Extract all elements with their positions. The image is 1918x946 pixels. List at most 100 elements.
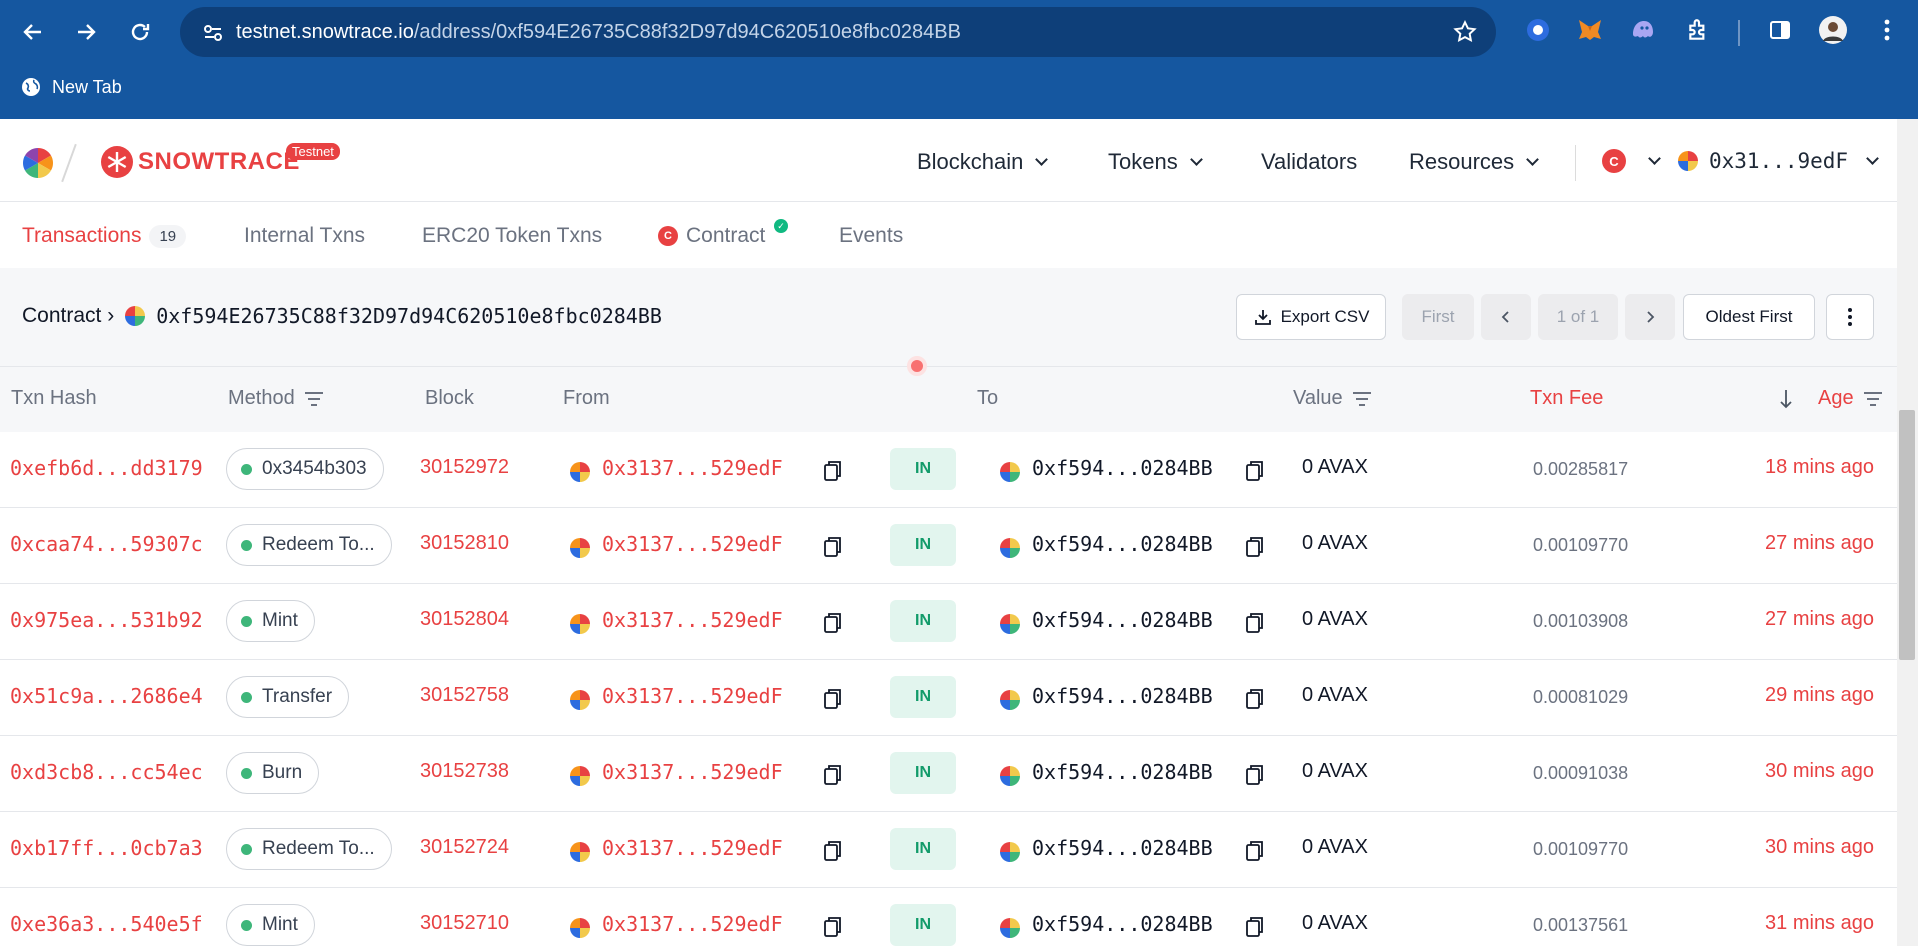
copy-icon[interactable] <box>824 612 842 639</box>
profile-avatar[interactable] <box>1818 15 1848 45</box>
snowflake-logo-icon[interactable] <box>100 145 134 184</box>
block-link[interactable]: 30152738 <box>420 760 509 783</box>
copy-icon[interactable] <box>824 536 842 563</box>
page-scrollbar-thumb[interactable] <box>1899 410 1915 660</box>
txn-fee-amount: 0.00109770 <box>1533 839 1629 859</box>
age-text[interactable]: 31 mins ago <box>1765 912 1874 935</box>
txn-hash-link[interactable]: 0x975ea...531b92 <box>10 608 203 632</box>
copy-icon[interactable] <box>1246 536 1264 563</box>
tab-internal-txns[interactable]: Internal Txns <box>244 224 365 248</box>
reload-icon[interactable] <box>122 14 158 50</box>
back-icon[interactable] <box>15 14 51 50</box>
extension-circle-icon[interactable] <box>1523 15 1553 45</box>
side-panel-icon[interactable] <box>1765 15 1795 45</box>
txn-hash-link[interactable]: 0xd3cb8...cc54ec <box>10 760 203 784</box>
from-address-link[interactable]: 0x3137...529edF <box>602 532 783 556</box>
table-row[interactable]: 0x51c9a...2686e4 Transfer 30152758 0x313… <box>0 660 1897 736</box>
prev-page-button[interactable] <box>1481 294 1531 340</box>
tab-transactions-label: Transactions <box>22 224 142 247</box>
copy-icon[interactable] <box>1246 764 1264 791</box>
col-method: Method <box>228 387 325 410</box>
url-path: /address/0xf594E26735C88f32D97d94C620510… <box>413 21 961 43</box>
forward-icon[interactable] <box>68 14 104 50</box>
chrome-menu-icon[interactable] <box>1872 15 1902 45</box>
block-link[interactable]: 30152804 <box>420 608 509 631</box>
tab-events[interactable]: Events <box>839 224 903 248</box>
url-text[interactable]: testnet.snowtrace.io/address/0xf594E2673… <box>236 21 961 44</box>
bookmark-star-icon[interactable] <box>1452 19 1478 50</box>
filter-icon[interactable] <box>303 390 325 408</box>
copy-icon[interactable] <box>1246 460 1264 487</box>
chain-selector[interactable]: C <box>1602 149 1661 173</box>
nav-validators[interactable]: Validators <box>1261 149 1357 175</box>
tab-transactions[interactable]: Transactions 19 <box>22 224 187 248</box>
copy-icon[interactable] <box>824 688 842 715</box>
oldest-first-button[interactable]: Oldest First <box>1683 294 1815 340</box>
copy-icon[interactable] <box>1246 840 1264 867</box>
copy-icon[interactable] <box>1246 688 1264 715</box>
txn-hash-link[interactable]: 0xb17ff...0cb7a3 <box>10 836 203 860</box>
from-address-link[interactable]: 0x3137...529edF <box>602 684 783 708</box>
block-link[interactable]: 30152810 <box>420 532 509 555</box>
snowtrace-wordmark[interactable]: SNOWTRACE <box>138 148 300 176</box>
copy-icon[interactable] <box>824 840 842 867</box>
age-text[interactable]: 27 mins ago <box>1765 532 1874 555</box>
copy-icon[interactable] <box>1246 612 1264 639</box>
copy-icon[interactable] <box>824 916 842 943</box>
txn-hash-link[interactable]: 0xefb6d...dd3179 <box>10 456 203 480</box>
from-address-link[interactable]: 0x3137...529edF <box>602 912 783 936</box>
from-address-link[interactable]: 0x3137...529edF <box>602 608 783 632</box>
age-text[interactable]: 30 mins ago <box>1765 836 1874 859</box>
table-row[interactable]: 0x975ea...531b92 Mint 30152804 0x3137...… <box>0 584 1897 660</box>
age-text[interactable]: 18 mins ago <box>1765 456 1874 479</box>
table-row[interactable]: 0xe36a3...540e5f Mint 30152710 0x3137...… <box>0 888 1897 946</box>
nav-resources[interactable]: Resources <box>1409 149 1540 175</box>
ghost-extension-icon[interactable] <box>1628 15 1658 45</box>
page-indicator-label: 1 of 1 <box>1556 307 1600 326</box>
wallet-selector[interactable]: 0x31...9edF <box>1677 149 1879 173</box>
value-amount: 0 AVAX <box>1302 608 1368 630</box>
block-link[interactable]: 30152710 <box>420 912 509 935</box>
contract-address[interactable]: 0xf594E26735C88f32D97d94C620510e8fbc0284… <box>156 304 662 328</box>
method-badge: Burn <box>226 752 320 794</box>
age-text[interactable]: 27 mins ago <box>1765 608 1874 631</box>
from-address-link[interactable]: 0x3137...529edF <box>602 836 783 860</box>
site-settings-icon[interactable] <box>202 22 224 49</box>
first-page-button[interactable]: First <box>1402 294 1474 340</box>
bookmark-new-tab[interactable]: New Tab <box>20 76 122 98</box>
more-options-button[interactable] <box>1826 294 1874 340</box>
table-row[interactable]: 0xd3cb8...cc54ec Burn 30152738 0x3137...… <box>0 736 1897 812</box>
age-text[interactable]: 29 mins ago <box>1765 684 1874 707</box>
export-csv-button[interactable]: Export CSV <box>1236 294 1386 340</box>
block-link[interactable]: 30152972 <box>420 456 509 479</box>
metamask-fox-icon[interactable] <box>1575 15 1605 45</box>
nav-tokens[interactable]: Tokens <box>1108 149 1203 175</box>
from-address-link[interactable]: 0x3137...529edF <box>602 456 783 480</box>
copy-icon[interactable] <box>824 764 842 791</box>
txn-hash-link[interactable]: 0x51c9a...2686e4 <box>10 684 203 708</box>
block-link[interactable]: 30152758 <box>420 684 509 707</box>
bookmark-label: New Tab <box>52 76 122 97</box>
sort-arrow-down-icon[interactable] <box>1778 388 1794 410</box>
table-row[interactable]: 0xefb6d...dd3179 0x3454b303 30152972 0x3… <box>0 432 1897 508</box>
extensions-puzzle-icon[interactable] <box>1684 15 1714 45</box>
nav-blockchain[interactable]: Blockchain <box>917 149 1049 175</box>
filter-icon[interactable] <box>1351 390 1373 408</box>
copy-icon[interactable] <box>824 460 842 487</box>
txn-hash-link[interactable]: 0xcaa74...59307c <box>10 532 203 556</box>
age-text[interactable]: 30 mins ago <box>1765 760 1874 783</box>
tab-erc20-token-txns[interactable]: ERC20 Token Txns <box>422 224 602 248</box>
copy-icon[interactable] <box>1246 916 1264 943</box>
filter-icon[interactable] <box>1862 390 1884 408</box>
tab-contract[interactable]: C Contract <box>658 224 765 248</box>
from-address-link[interactable]: 0x3137...529edF <box>602 760 783 784</box>
address-bar[interactable]: testnet.snowtrace.io/address/0xf594E2673… <box>180 7 1496 57</box>
avalanche-wheel-logo[interactable] <box>22 147 54 184</box>
col-age-label[interactable]: Age <box>1818 387 1854 410</box>
table-row[interactable]: 0xb17ff...0cb7a3 Redeem To... 30152724 0… <box>0 812 1897 888</box>
block-link[interactable]: 30152724 <box>420 836 509 859</box>
next-page-button[interactable] <box>1625 294 1675 340</box>
table-row[interactable]: 0xcaa74...59307c Redeem To... 30152810 0… <box>0 508 1897 584</box>
txn-hash-link[interactable]: 0xe36a3...540e5f <box>10 912 203 936</box>
col-txn-fee[interactable]: Txn Fee <box>1530 387 1603 410</box>
